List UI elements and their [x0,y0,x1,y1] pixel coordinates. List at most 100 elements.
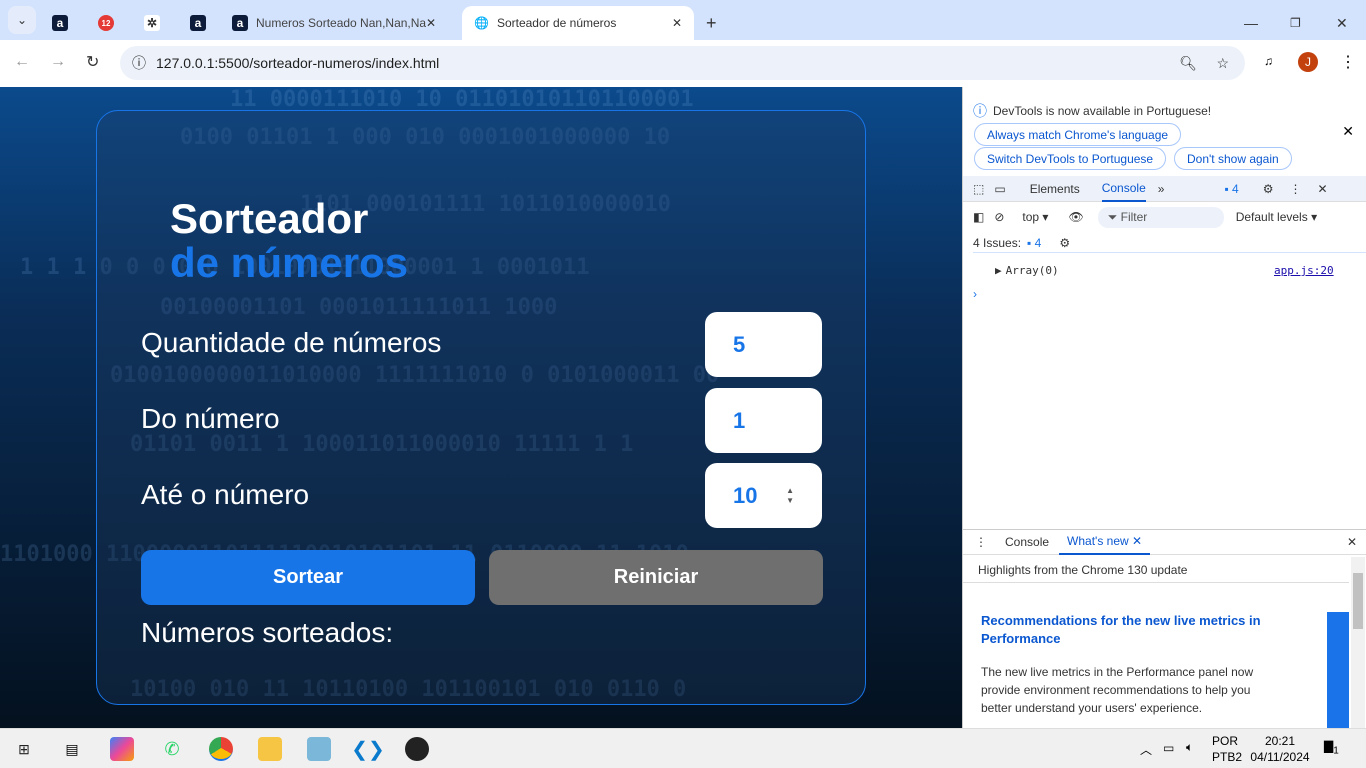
tab-2[interactable]: 12 [98,6,114,40]
whatsnew-label: What's new [1067,534,1129,548]
close-banner-icon[interactable]: ✕ [1342,123,1354,140]
tab-3[interactable]: ✲ [144,6,160,40]
context-select[interactable]: top ▾ [1022,210,1048,224]
sortear-button[interactable]: Sortear [141,550,475,605]
sidebar-toggle-icon[interactable]: ◧ [973,210,984,224]
back-icon[interactable]: ← [14,53,30,71]
console-toolbar: ◧ ⊘ top ▾ 👁︎ ⏷ Filter Default levels ▾ [963,205,1366,229]
more-icon[interactable]: ⋮ [1289,182,1301,196]
highlights-text: Highlights from the Chrome 130 update [978,563,1188,577]
date: 04/11/2024 [1250,750,1310,764]
article-body: The new live metrics in the Performance … [981,665,1254,715]
minimize-button[interactable]: — [1244,6,1258,40]
zoom-icon[interactable]: 🔍︎ [1179,55,1197,72]
tab-console[interactable]: Console [1101,176,1146,202]
notifications-icon[interactable]: ▇1 [1324,739,1339,756]
site-info-icon[interactable]: ⓘ [132,53,146,73]
vscode-icon[interactable]: ❮❯ [351,737,385,761]
clock[interactable]: 20:21 04/11/2024 [1249,733,1311,765]
calendar-icon: 12 [98,15,114,31]
console-prompt[interactable]: › [973,287,977,301]
language-indicator[interactable]: POR PTB2 [1212,733,1242,765]
menu-icon[interactable]: ⋮ [1340,52,1356,72]
tab-5[interactable]: a Numeros Sorteado Nan,Nan,Na ✕ [232,6,452,40]
inspect-icon[interactable]: ⬚ [973,182,984,196]
tab-active[interactable]: 🌐 Sorteador de números ✕ [462,6,694,40]
new-tab-button[interactable]: + [706,6,717,40]
levels-value: Default levels [1235,210,1308,224]
to-value: 10 [733,482,758,508]
tab-4[interactable]: a [190,6,206,40]
task-view-icon[interactable]: ▤ [60,737,84,761]
issues-label: 4 Issues: [973,235,1022,250]
quantity-label: Quantidade de números [141,327,442,358]
from-input[interactable]: 1 [705,388,822,453]
levels-select[interactable]: Default levels ▾ [1236,210,1317,224]
url-input[interactable]: ⓘ 127.0.0.1:5500/sorteador-numeros/index… [120,46,1245,80]
address-bar-row: ← → ↻ ⓘ 127.0.0.1:5500/sorteador-numeros… [0,40,1366,87]
media-icon[interactable]: ♫ [1264,54,1273,68]
url-text: 127.0.0.1:5500/sorteador-numeros/index.h… [156,55,440,71]
dont-show-button[interactable]: Don't show again [1174,147,1292,170]
drawer-tab-console[interactable]: Console [1005,535,1049,549]
chrome-icon[interactable] [209,737,233,761]
reload-icon[interactable]: ↻ [86,52,99,72]
close-icon[interactable]: ✕ [426,16,436,30]
filter-input[interactable]: ⏷ Filter [1097,206,1224,228]
file-explorer-icon[interactable] [258,737,282,761]
restore-button[interactable]: ❐ [1290,6,1301,40]
title-line-1: Sorteador [170,195,369,242]
more-tabs-icon[interactable]: » [1158,182,1165,196]
avatar[interactable]: J [1298,52,1318,72]
tab-strip: ⌄ a 12 ✲ a a Numeros Sorteado Nan,Nan,Na ✕… [0,0,1366,40]
forward-icon[interactable]: → [50,53,66,71]
windows-start-icon[interactable]: ⊞ [12,737,36,761]
always-match-button[interactable]: Always match Chrome's language [974,123,1182,146]
devtools-panel: ⓘ DevTools is now available in Portuguese… [962,87,1366,728]
reiniciar-button[interactable]: Reiniciar [489,550,823,605]
tray-chevron-icon[interactable]: ︿ [1140,741,1152,758]
volume-icon[interactable]: 🔈︎ [1186,740,1193,755]
quantity-input[interactable]: 5 [705,312,822,377]
language-banner: ⓘ DevTools is now available in Portuguese… [973,101,1366,121]
drawer-tabbar: ⋮ Console What's new ✕ ✕ [963,529,1366,555]
scrollbar[interactable] [1351,557,1365,728]
drawer-menu-icon[interactable]: ⋮ [975,535,987,549]
clear-console-icon[interactable]: ⊘ [994,210,1004,224]
tab-1[interactable]: a [52,6,68,40]
page-viewport: 11 0000111010 10 011010101101100001 0100… [0,87,962,728]
tab-elements[interactable]: Elements [1030,182,1080,196]
to-input[interactable]: 10 ▲ ▼ [705,463,822,528]
sorteador-card: Sorteador de números Quantidade de númer… [96,110,866,705]
eye-icon[interactable]: 👁︎ [1068,210,1083,224]
messages-badge[interactable]: ▪ 4 [1224,182,1238,196]
tab-favicon: a [52,15,68,31]
article-image [1327,612,1349,728]
tab-search-button[interactable]: ⌄ [8,6,36,34]
expand-icon[interactable]: ▶ [995,264,1002,277]
to-label: Até o número [141,479,310,510]
copilot-icon[interactable] [110,737,134,761]
scrollbar-thumb[interactable] [1353,573,1363,629]
close-drawer-icon[interactable]: ✕ [1347,535,1357,549]
switch-language-button[interactable]: Switch DevTools to Portuguese [974,147,1167,170]
article-title[interactable]: Recommendations for the new live metrics… [981,612,1291,648]
info-icon: ⓘ [973,103,987,119]
device-toolbar-icon[interactable]: ▭ [994,182,1005,196]
close-window-button[interactable]: ✕ [1336,6,1348,40]
console-log-entry[interactable]: ▶ Array(0) app.js:20 [963,264,1366,277]
whatsapp-icon[interactable]: ✆ [160,737,184,761]
tab-title: Sorteador de números [496,16,617,30]
issues-badge[interactable]: ▪ 4 [1027,236,1041,250]
spinner-icon[interactable]: ▲ ▼ [786,486,794,506]
close-icon[interactable]: ✕ [672,16,682,30]
drawer-tab-whatsnew[interactable]: What's new ✕ [1059,529,1151,555]
issues-settings-icon[interactable]: ⚙ [1059,236,1070,250]
bookmark-star-icon[interactable]: ☆ [1216,55,1229,72]
log-source-link[interactable]: app.js:20 [1274,264,1334,277]
github-icon[interactable] [405,737,429,761]
settings-icon[interactable]: ⚙ [1263,182,1274,196]
app-icon[interactable] [307,737,331,761]
battery-icon[interactable]: ▭ [1163,741,1174,755]
close-devtools-icon[interactable]: ✕ [1317,182,1327,196]
